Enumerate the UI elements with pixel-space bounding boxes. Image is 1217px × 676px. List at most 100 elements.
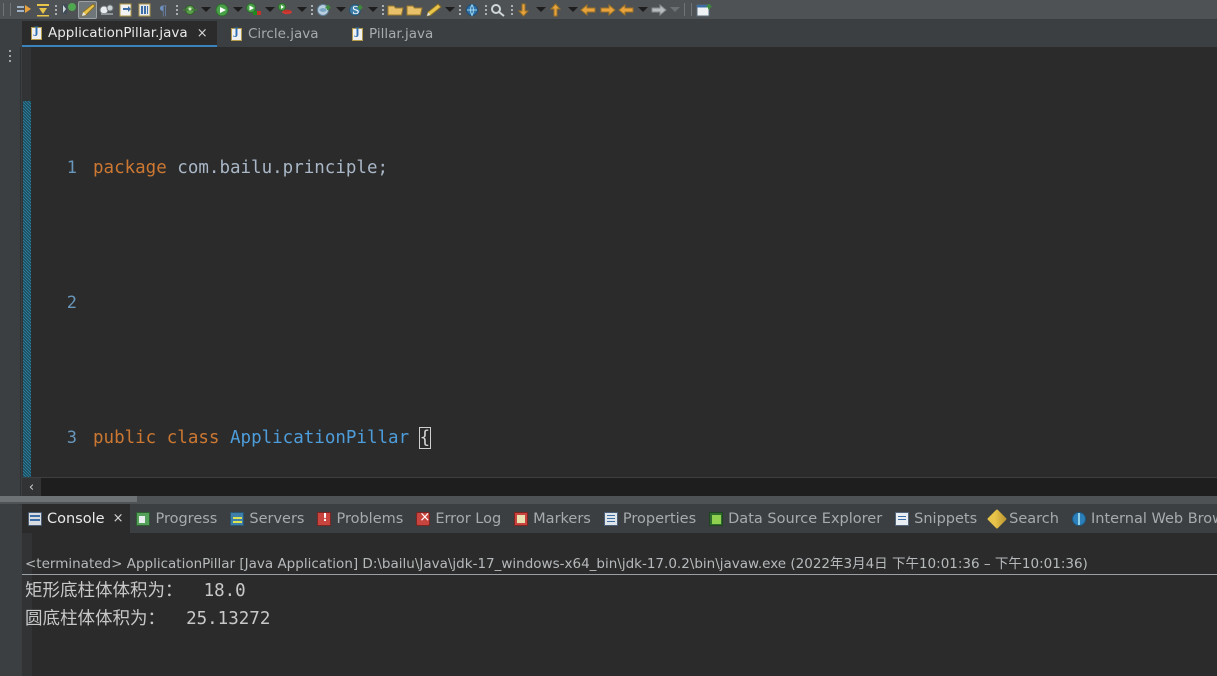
token-package: com.bailu.principle; xyxy=(166,158,389,178)
console-tab-snippets[interactable]: Snippets xyxy=(889,504,984,533)
code-lines[interactable]: 1 package com.bailu.principle; 2 3 publi… xyxy=(31,47,1217,477)
globe-icon[interactable] xyxy=(463,1,482,19)
editor-tab-circle[interactable]: Circle.java xyxy=(222,21,328,47)
show-whitespace-icon[interactable]: ¶ xyxy=(154,1,173,19)
snippets-icon xyxy=(895,511,910,526)
editor-tab-applicationpillar[interactable]: ApplicationPillar.java × xyxy=(22,21,217,47)
code-line[interactable]: 2 xyxy=(31,290,1217,317)
toolbar-separator xyxy=(482,3,489,17)
edit-pencil-arrow[interactable] xyxy=(443,1,456,19)
code-editor[interactable]: 1 package com.bailu.principle; 2 3 publi… xyxy=(22,47,1217,477)
close-icon[interactable]: × xyxy=(197,27,208,40)
toolbar-separator xyxy=(456,3,463,17)
new-server-arrow[interactable] xyxy=(366,1,379,19)
fold-region-marker[interactable] xyxy=(23,101,31,477)
forward-icon[interactable] xyxy=(598,1,617,19)
toolbar-separator xyxy=(681,3,688,17)
line-number: 2 xyxy=(66,293,77,313)
debug-icon[interactable] xyxy=(180,1,199,19)
toolbar-separator xyxy=(173,3,180,17)
console-tab-problems[interactable]: Problems xyxy=(311,504,410,533)
toggle-block-selection-icon[interactable] xyxy=(135,1,154,19)
coverage-dropdown-arrow[interactable] xyxy=(263,1,276,19)
rail-overflow-dots-icon[interactable] xyxy=(9,55,11,57)
console-tab-label: Console xyxy=(47,510,105,527)
external-tools-icon[interactable] xyxy=(276,1,295,19)
editor-bottom-edge xyxy=(0,496,1217,504)
line-number: 3 xyxy=(66,428,77,448)
java-file-icon xyxy=(352,27,363,41)
token-class-name: ApplicationPillar xyxy=(230,428,410,448)
code-line[interactable]: 3 public class ApplicationPillar { xyxy=(31,425,1217,452)
folding-gutter[interactable] xyxy=(22,47,31,477)
open-folder-icon[interactable] xyxy=(386,1,405,19)
search-next-icon[interactable] xyxy=(489,1,508,19)
open-folder-2-icon[interactable] xyxy=(405,1,424,19)
editor-horizontal-scrollbar[interactable]: ‹ xyxy=(22,477,1217,496)
forward-history-icon[interactable] xyxy=(649,1,668,19)
console-tab-servers[interactable]: Servers xyxy=(224,504,311,533)
console-tab-internal-web-browser[interactable]: Internal Web Browser xyxy=(1066,504,1217,533)
external-tools-dropdown-arrow[interactable] xyxy=(295,1,308,19)
console-tab-data-source-explorer[interactable]: Data Source Explorer xyxy=(703,504,889,533)
svg-text:S: S xyxy=(352,4,360,17)
console-tab-progress[interactable]: Progress xyxy=(130,504,224,533)
console-tab-markers[interactable]: Markers xyxy=(508,504,598,533)
console-tab-console[interactable]: Console × xyxy=(22,504,131,533)
next-annotation-icon[interactable] xyxy=(515,1,534,19)
coverage-icon[interactable] xyxy=(244,1,263,19)
previous-annotation-icon[interactable] xyxy=(547,1,566,19)
progress-icon xyxy=(136,511,151,526)
markers-icon xyxy=(514,511,529,526)
console-tab-label: Properties xyxy=(622,510,697,527)
forward-history-arrow xyxy=(668,1,681,19)
console-output-panel[interactable]: <terminated> ApplicationPillar [Java App… xyxy=(22,533,1217,676)
run-icon[interactable] xyxy=(212,1,231,19)
previous-annotation-arrow[interactable] xyxy=(566,1,579,19)
console-view-tab-bar: Console × Progress Servers Problems Erro… xyxy=(22,504,1217,533)
new-java-project-arrow[interactable] xyxy=(334,1,347,19)
debug-last-icon[interactable] xyxy=(59,1,78,19)
data-source-explorer-icon xyxy=(709,511,724,526)
toolbar-separator xyxy=(379,3,386,17)
open-task-icon[interactable] xyxy=(116,1,135,19)
code-line[interactable]: 1 package com.bailu.principle; xyxy=(31,155,1217,182)
token-keyword: public xyxy=(93,428,157,448)
edit-highlight-icon[interactable] xyxy=(78,0,97,19)
new-server-icon[interactable]: S xyxy=(347,1,366,19)
console-tab-error-log[interactable]: Error Log xyxy=(410,504,508,533)
edit-pencil-icon[interactable] xyxy=(424,1,443,19)
editor-tab-label: ApplicationPillar.java xyxy=(48,25,188,41)
console-tab-label: Servers xyxy=(249,510,305,527)
console-tab-label: Progress xyxy=(155,510,218,527)
java-file-icon xyxy=(31,26,42,40)
back-history-icon[interactable] xyxy=(617,1,636,19)
scroll-left-arrow-icon[interactable]: ‹ xyxy=(22,478,41,496)
toolbar-separator xyxy=(7,3,14,17)
editor-tab-pillar[interactable]: Pillar.java xyxy=(343,21,442,47)
search-icon xyxy=(987,508,1008,529)
refactor-icon[interactable] xyxy=(97,1,116,19)
console-tab-label: Problems xyxy=(336,510,404,527)
console-tab-label: Error Log xyxy=(435,510,502,527)
scrollbar-thumb[interactable] xyxy=(0,496,137,502)
new-window-icon[interactable] xyxy=(695,1,714,19)
new-java-project-icon[interactable] xyxy=(315,1,334,19)
console-tab-label: Snippets xyxy=(914,510,978,527)
next-annotation-arrow[interactable] xyxy=(534,1,547,19)
import-icon[interactable] xyxy=(33,1,52,19)
line-content: public class ApplicationPillar { xyxy=(93,425,1217,452)
console-tab-search[interactable]: Search xyxy=(984,504,1066,533)
debug-dropdown-arrow[interactable] xyxy=(199,1,212,19)
close-icon[interactable]: × xyxy=(113,511,124,526)
console-tab-label: Data Source Explorer xyxy=(728,510,883,527)
left-rail xyxy=(0,21,21,505)
back-history-arrow[interactable] xyxy=(636,1,649,19)
back-icon[interactable] xyxy=(579,1,598,19)
console-divider xyxy=(22,574,1217,575)
run-dropdown-arrow[interactable] xyxy=(231,1,244,19)
export-icon[interactable] xyxy=(14,1,33,19)
console-process-header: <terminated> ApplicationPillar [Java App… xyxy=(25,556,1088,572)
console-tab-properties[interactable]: Properties xyxy=(598,504,703,533)
main-toolbar: ¶ S xyxy=(0,0,1217,20)
